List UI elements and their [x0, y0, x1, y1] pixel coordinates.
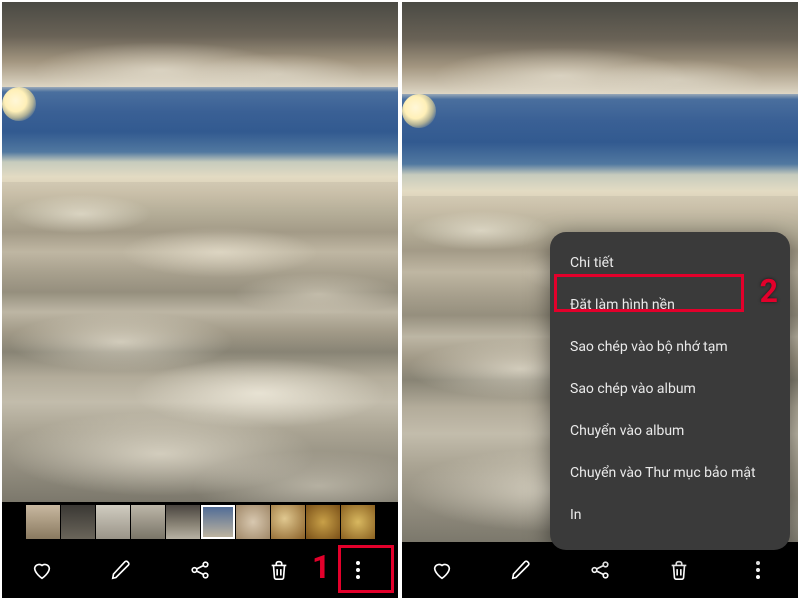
menu-item-move-secure[interactable]: Chuyển vào Thư mục bảo mật [550, 452, 790, 494]
thumbnail[interactable] [271, 505, 305, 539]
pencil-icon [110, 559, 132, 581]
photo-clouds-top [2, 2, 398, 87]
menu-item-move-album[interactable]: Chuyển vào album [550, 410, 790, 452]
share-icon [189, 559, 211, 581]
more-vertical-icon [756, 561, 760, 579]
edit-button[interactable] [499, 548, 543, 592]
favorite-button[interactable] [20, 548, 64, 592]
more-vertical-icon [356, 561, 360, 579]
context-menu: Chi tiết Đặt làm hình nền Sao chép vào b… [550, 232, 790, 550]
thumbnail[interactable] [341, 505, 375, 539]
thumbnail[interactable] [306, 505, 340, 539]
thumbnail[interactable] [61, 505, 95, 539]
photo-sun [2, 87, 36, 121]
thumbnail[interactable] [26, 505, 60, 539]
thumbnail[interactable] [236, 505, 270, 539]
delete-button[interactable] [257, 548, 301, 592]
heart-icon [31, 559, 53, 581]
photo-clouds-top [402, 2, 798, 94]
heart-icon [431, 559, 453, 581]
more-button[interactable] [736, 548, 780, 592]
favorite-button[interactable] [420, 548, 464, 592]
pencil-icon [510, 559, 532, 581]
delete-button[interactable] [657, 548, 701, 592]
trash-icon [668, 559, 690, 581]
menu-item-copy-clipboard[interactable]: Sao chép vào bộ nhớ tạm [550, 326, 790, 368]
bottom-toolbar [2, 542, 398, 598]
screen-right: Chi tiết Đặt làm hình nền Sao chép vào b… [402, 2, 798, 598]
thumbnail[interactable] [131, 505, 165, 539]
thumbnail[interactable] [96, 505, 130, 539]
edit-button[interactable] [99, 548, 143, 592]
menu-item-copy-album[interactable]: Sao chép vào album [550, 368, 790, 410]
menu-item-set-wallpaper[interactable]: Đặt làm hình nền [550, 284, 790, 326]
share-icon [589, 559, 611, 581]
trash-icon [268, 559, 290, 581]
photo-clouds-sea [2, 182, 398, 502]
menu-item-print[interactable]: In [550, 494, 790, 536]
bottom-toolbar [402, 542, 798, 598]
more-button[interactable] [336, 548, 380, 592]
share-button[interactable] [178, 548, 222, 592]
menu-item-details[interactable]: Chi tiết [550, 242, 790, 284]
photo-sun [402, 94, 436, 128]
screen-left: 1 [2, 2, 398, 598]
thumbnail-strip[interactable] [2, 502, 398, 542]
thumbnail[interactable] [166, 505, 200, 539]
share-button[interactable] [578, 548, 622, 592]
photo-viewport[interactable] [2, 2, 398, 502]
thumbnail-selected[interactable] [201, 505, 235, 539]
